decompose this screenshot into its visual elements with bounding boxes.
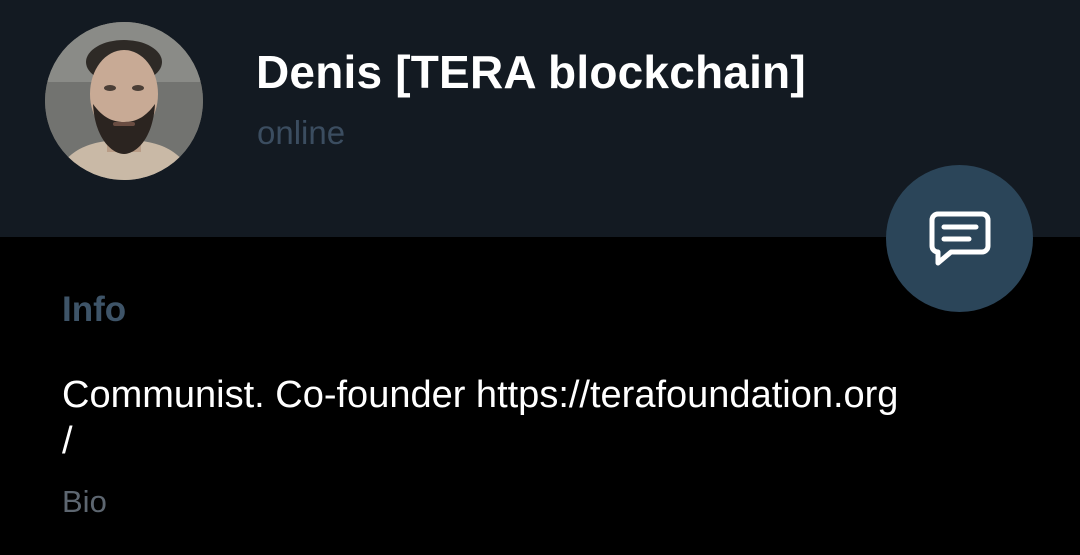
info-section-title: Info	[62, 290, 127, 329]
message-button[interactable]	[886, 165, 1033, 312]
avatar[interactable]	[45, 22, 203, 180]
message-icon	[929, 211, 990, 265]
profile-name: Denis [TERA blockchain]	[256, 46, 806, 98]
bio-label: Bio	[62, 484, 107, 519]
online-status: online	[257, 114, 346, 151]
bio-line-1: Communist. Co-founder https://terafounda…	[62, 374, 899, 416]
profile-page: Denis [TERA blockchain] online Info Comm…	[0, 0, 1080, 555]
bio-text[interactable]: Communist. Co-founder https://terafounda…	[62, 372, 1022, 464]
avatar-photo	[45, 22, 203, 180]
bio-line-2: /	[62, 420, 73, 462]
